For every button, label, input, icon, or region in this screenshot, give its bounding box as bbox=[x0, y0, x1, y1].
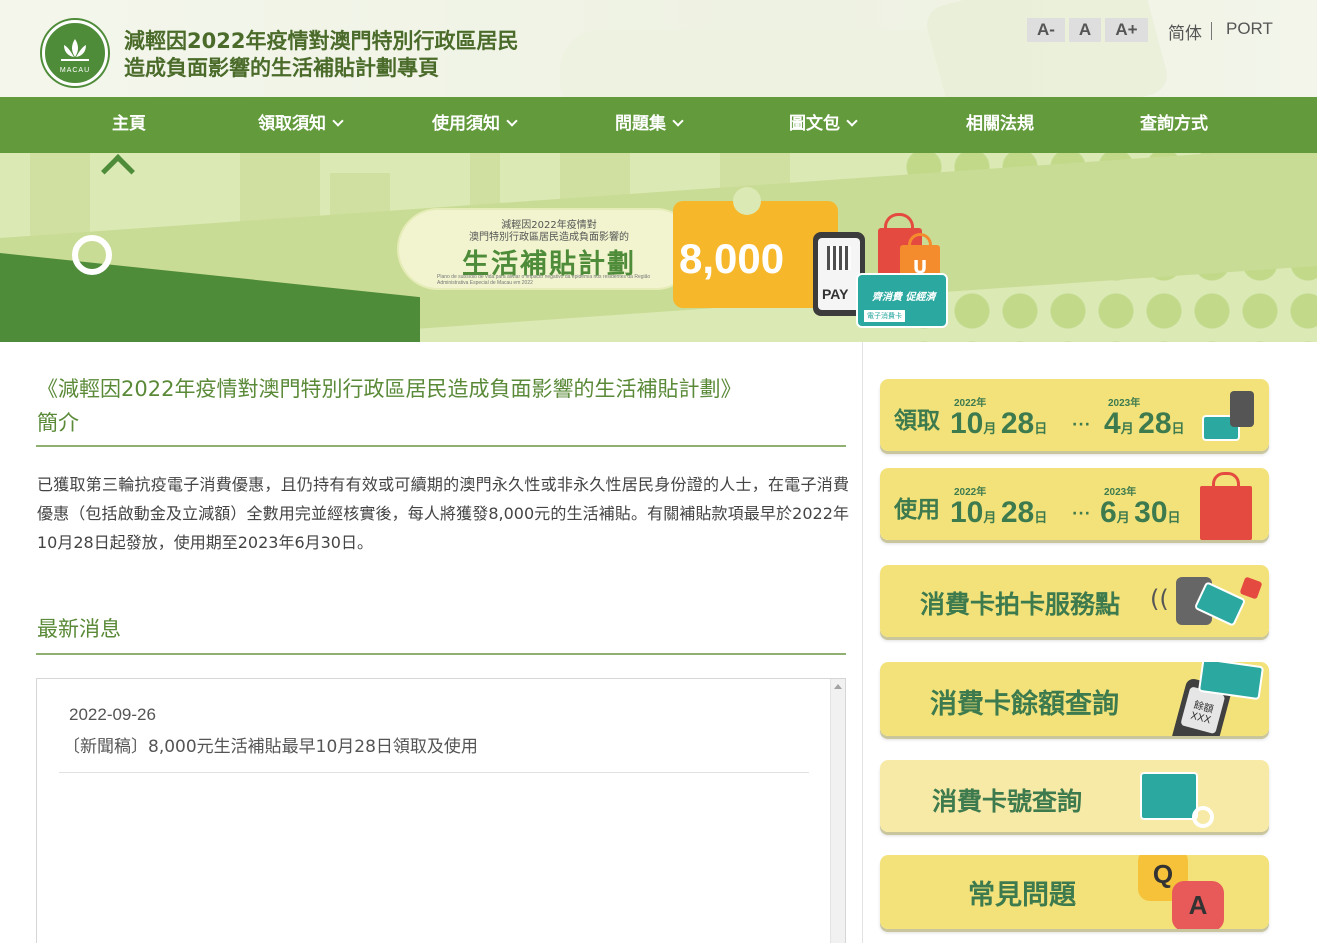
collect-label: 領取 bbox=[894, 408, 940, 434]
site-title[interactable]: 減輕因2022年疫情對澳門特別行政區居民 造成負面影響的生活補貼計劃專頁 bbox=[124, 28, 518, 82]
news-item[interactable]: 2022-09-26 〔新聞稿〕8,000元生活補貼最早10月28日領取及使用 bbox=[59, 697, 809, 773]
usage-label: 使用 bbox=[894, 497, 940, 523]
answer-bubble-icon: A bbox=[1172, 881, 1224, 929]
ring-decoration bbox=[72, 235, 112, 275]
site-title-line1: 減輕因2022年疫情對澳門特別行政區居民 bbox=[124, 29, 519, 53]
news-scrollbar[interactable] bbox=[830, 679, 845, 943]
phone-icon bbox=[1230, 391, 1254, 427]
news-heading: 最新消息 bbox=[37, 617, 121, 641]
nav-usage-notes[interactable]: 使用須知 bbox=[432, 97, 518, 153]
site-header: MACAU 減輕因2022年疫情對澳門特別行政區居民 造成負面影響的生活補貼計劃… bbox=[0, 0, 1317, 97]
service-points-tile[interactable]: 消費卡拍卡服務點 (( bbox=[880, 565, 1269, 637]
contactless-icon: (( bbox=[1150, 585, 1169, 613]
chevron-down-icon bbox=[846, 115, 858, 127]
main-nav: 主頁 領取須知 使用須知 問題集 圖文包 相關法規 查詢方式 bbox=[0, 97, 1317, 153]
news-link[interactable]: 〔新聞稿〕8,000元生活補貼最早10月28日領取及使用 bbox=[63, 732, 478, 757]
scroll-up-icon[interactable] bbox=[834, 684, 842, 689]
collect-period-tile[interactable]: 領取 2022年 10月 28日 ··· 2023年 4月 28日 bbox=[880, 379, 1269, 451]
nav-faq[interactable]: 問題集 bbox=[615, 97, 684, 153]
section-divider bbox=[36, 653, 846, 655]
card-icon bbox=[1140, 772, 1198, 820]
qr-code-icon bbox=[827, 246, 851, 270]
site-title-line2: 造成負面影響的生活補貼計劃專頁 bbox=[124, 56, 439, 80]
sidebar-divider bbox=[862, 342, 863, 943]
nav-home[interactable]: 主頁 bbox=[112, 97, 146, 153]
card-number-query-tile[interactable]: 消費卡號查詢 bbox=[880, 760, 1269, 832]
usage-start-date: 2022年 10月 28日 bbox=[950, 487, 1048, 529]
logo-text: MACAU bbox=[59, 67, 91, 74]
intro-paragraph: 已獲取第三輪抗疫電子消費優惠，且仍持有有效或可續期的澳門永久性或非永久性居民身份… bbox=[37, 475, 849, 552]
macau-emblem-logo[interactable]: MACAU bbox=[42, 20, 108, 86]
lotus-icon bbox=[61, 39, 89, 61]
chevron-up-icon bbox=[101, 154, 135, 188]
banner-title-pill: 減輕因2022年疫情對 澳門特別行政區居民造成負面影響的 生活補貼計劃 Plan… bbox=[397, 208, 697, 290]
news-list[interactable]: 2022-09-26 〔新聞稿〕8,000元生活補貼最早10月28日領取及使用 bbox=[36, 678, 846, 943]
collect-end-date: 2023年 4月 28日 bbox=[1104, 398, 1185, 440]
collect-start-date: 2022年 10月 28日 bbox=[950, 398, 1048, 440]
chevron-down-icon bbox=[672, 115, 684, 127]
shopping-bag-icon bbox=[1200, 486, 1252, 540]
lang-simplified-link[interactable]: 简体 bbox=[1168, 19, 1202, 44]
font-decrease-button[interactable]: A- bbox=[1027, 18, 1065, 42]
news-date: 2022-09-26 bbox=[69, 705, 156, 724]
header-decoration bbox=[922, 0, 1172, 97]
lang-portuguese-link[interactable]: PORT bbox=[1226, 19, 1273, 39]
chevron-down-icon bbox=[332, 115, 344, 127]
section-divider bbox=[36, 445, 846, 447]
subsidy-amount: 8,000 bbox=[679, 235, 785, 282]
faq-tile[interactable]: 常見問題 Q A bbox=[880, 855, 1269, 929]
nav-regulations[interactable]: 相關法規 bbox=[966, 97, 1034, 153]
chevron-down-icon bbox=[506, 115, 518, 127]
lang-divider bbox=[1211, 22, 1212, 40]
font-increase-button[interactable]: A+ bbox=[1105, 18, 1148, 42]
nav-enquiry[interactable]: 查詢方式 bbox=[1140, 97, 1208, 153]
usage-end-date: 2023年 6月 30日 bbox=[1100, 487, 1181, 529]
nav-collect-notes[interactable]: 領取須知 bbox=[258, 97, 344, 153]
magnifier-icon bbox=[1192, 806, 1214, 828]
balance-query-tile[interactable]: 消費卡餘額查詢 餘額 XXX bbox=[880, 662, 1269, 736]
intro-heading: 《減輕因2022年疫情對澳門特別行政區居民造成負面影響的生活補貼計劃》 簡介 bbox=[37, 377, 742, 435]
usage-period-tile[interactable]: 使用 2022年 10月 28日 ··· 2023年 6月 30日 bbox=[880, 468, 1269, 540]
font-normal-button[interactable]: A bbox=[1069, 18, 1101, 42]
hero-banner: 減輕因2022年疫情對 澳門特別行政區居民造成負面影響的 生活補貼計劃 Plan… bbox=[0, 153, 1317, 342]
consumption-card-icon: 齊消費 促經濟 電子消費卡 bbox=[856, 273, 948, 328]
nav-infographics[interactable]: 圖文包 bbox=[789, 97, 858, 153]
header-decoration bbox=[560, 30, 960, 97]
